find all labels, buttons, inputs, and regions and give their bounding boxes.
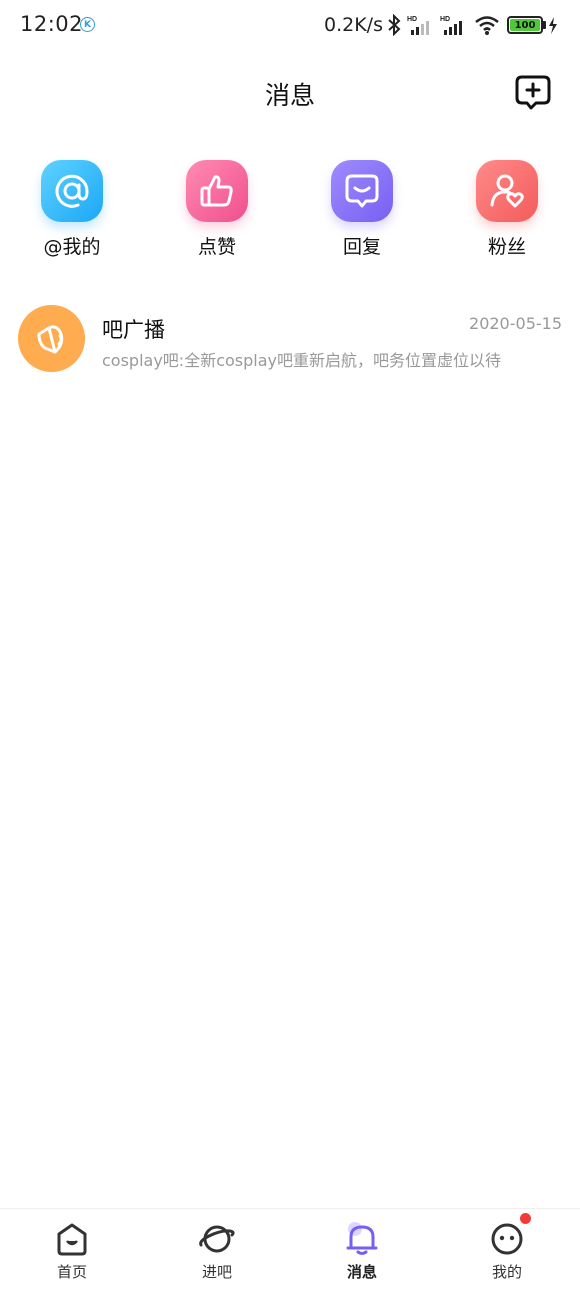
signal-hd-icon: HD bbox=[440, 16, 462, 35]
wifi-icon bbox=[475, 16, 499, 35]
quick-action-at-me[interactable]: @我的 bbox=[12, 158, 132, 259]
notification-dot bbox=[520, 1213, 531, 1224]
signal-hd-icon: HD bbox=[407, 16, 429, 35]
svg-text:HD: HD bbox=[407, 16, 417, 23]
nav-label: 进吧 bbox=[201, 1263, 232, 1281]
battery-icon: 100 bbox=[507, 16, 543, 34]
at-icon bbox=[41, 160, 103, 222]
network-speed: 0.2K/s bbox=[324, 14, 383, 36]
quick-actions: @我的 点赞 回复 粉丝 bbox=[0, 158, 580, 268]
svg-text:HD: HD bbox=[440, 16, 450, 23]
nav-label: 我的 bbox=[491, 1263, 522, 1281]
message-preview: cosplay吧:全新cosplay吧重新启航，吧务位置虚位以待 bbox=[102, 351, 501, 370]
message-date: 2020-05-15 bbox=[469, 314, 562, 333]
nav-label: 消息 bbox=[346, 1263, 377, 1281]
quick-action-label: 回复 bbox=[342, 236, 381, 258]
header: 消息 bbox=[0, 60, 580, 124]
status-bar: 12:02 K 0.2K/s HD HD 100 bbox=[0, 0, 580, 52]
charging-icon bbox=[549, 17, 557, 34]
quick-action-label: 点赞 bbox=[197, 236, 236, 258]
message-item-broadcast[interactable]: 吧广播 2020-05-15 cosplay吧:全新cosplay吧重新启航，吧… bbox=[0, 298, 580, 382]
page-title: 消息 bbox=[264, 81, 315, 110]
quick-action-label: @我的 bbox=[43, 236, 101, 258]
nav-item-home[interactable]: 首页 bbox=[22, 1221, 122, 1282]
k-badge-icon: K bbox=[80, 17, 95, 32]
quick-action-fans[interactable]: 粉丝 bbox=[447, 158, 567, 259]
fan-heart-icon bbox=[476, 160, 538, 222]
bottom-nav: 首页 进吧 消息 我的 bbox=[0, 1208, 580, 1289]
quick-action-replies[interactable]: 回复 bbox=[302, 158, 422, 259]
battery-cap bbox=[543, 21, 546, 29]
message-title: 吧广播 bbox=[102, 318, 165, 342]
quick-action-likes[interactable]: 点赞 bbox=[157, 158, 277, 259]
planet-icon bbox=[199, 1221, 235, 1257]
bell-icon bbox=[344, 1221, 380, 1257]
battery-level: 100 bbox=[510, 19, 540, 31]
status-time: 12:02 bbox=[20, 12, 84, 36]
face-icon bbox=[489, 1213, 531, 1257]
nav-label: 首页 bbox=[56, 1263, 87, 1281]
broadcast-speaker-icon bbox=[18, 305, 85, 372]
bluetooth-icon bbox=[388, 14, 401, 36]
add-chat-icon[interactable] bbox=[514, 73, 552, 111]
home-icon bbox=[54, 1221, 90, 1257]
thumbs-up-icon bbox=[186, 160, 248, 222]
nav-item-me[interactable]: 我的 bbox=[457, 1213, 557, 1282]
nav-item-enter-bar[interactable]: 进吧 bbox=[167, 1221, 267, 1282]
nav-item-messages[interactable]: 消息 bbox=[312, 1221, 412, 1282]
reply-bubble-icon bbox=[331, 160, 393, 222]
quick-action-label: 粉丝 bbox=[487, 236, 526, 258]
